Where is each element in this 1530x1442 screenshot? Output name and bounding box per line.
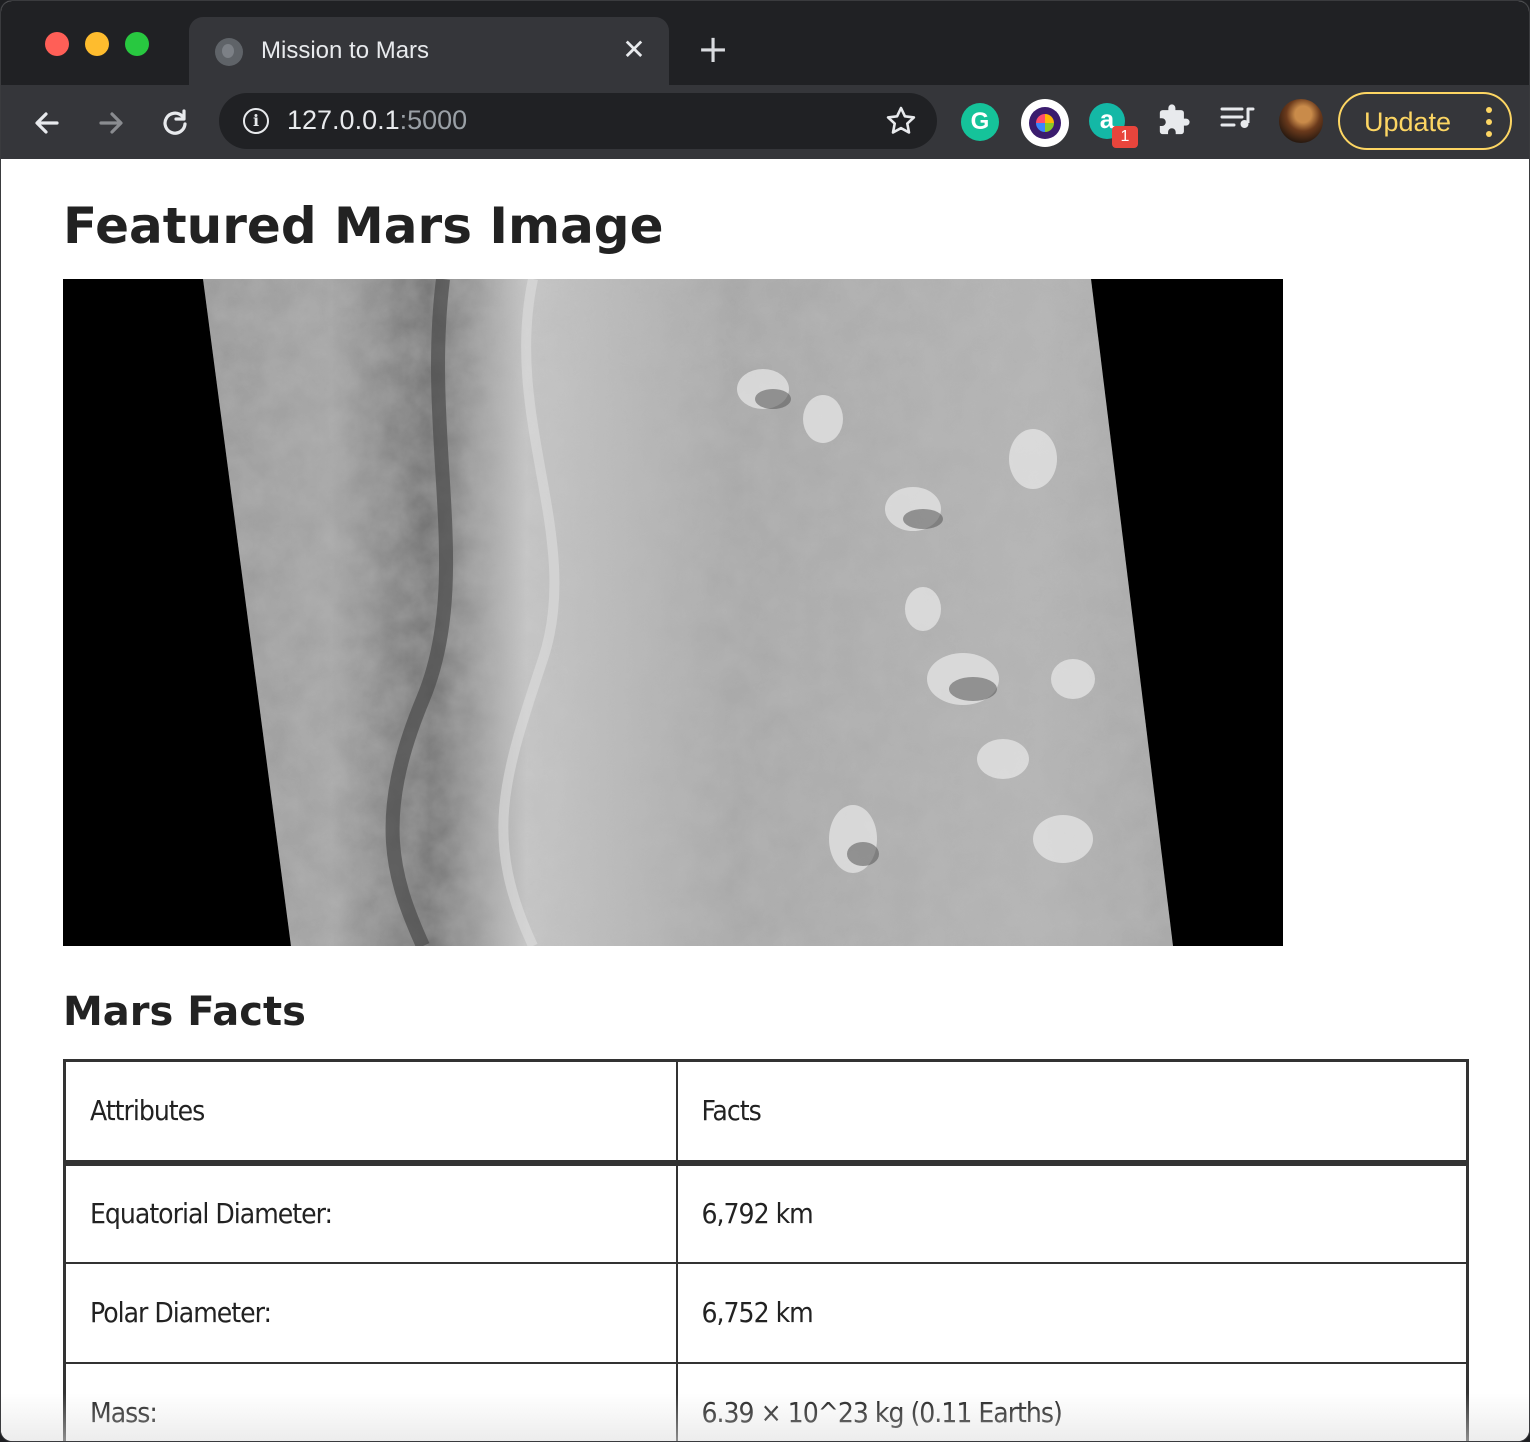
tab-strip: Mission to Mars ✕ + xyxy=(1,1,1529,85)
table-cell-attribute: Mass: xyxy=(63,1361,678,1441)
grammarly-icon[interactable]: G xyxy=(961,103,999,141)
browser-window: Mission to Mars ✕ + i 127.0.0.1:5000 G a… xyxy=(0,0,1530,1442)
table-cell-fact: 6.39 × 10^23 kg (0.11 Earths) xyxy=(675,1361,1469,1441)
table-cell-fact: 6,752 km xyxy=(675,1261,1469,1364)
back-arrow-icon[interactable] xyxy=(27,103,67,143)
table-header-row: Attributes Facts xyxy=(63,1059,1469,1166)
maximize-window-button[interactable] xyxy=(125,32,149,56)
url-text[interactable]: 127.0.0.1:5000 xyxy=(287,105,467,136)
table-row: Polar Diameter: 6,752 km xyxy=(63,1261,1469,1364)
table-row: Mass: 6.39 × 10^23 kg (0.11 Earths) xyxy=(63,1361,1469,1441)
page-content: Featured Mars Image Mars Facts Attribute… xyxy=(1,159,1529,1441)
reload-icon[interactable] xyxy=(155,103,195,143)
tab-mission-to-mars[interactable]: Mission to Mars ✕ xyxy=(189,17,669,85)
update-label: Update xyxy=(1364,107,1452,137)
new-tab-button[interactable]: + xyxy=(695,30,731,68)
mars-facts-table: Attributes Facts Equatorial Diameter: 6,… xyxy=(63,1059,1469,1441)
color-extension-icon[interactable] xyxy=(1021,99,1069,147)
update-button[interactable]: Update xyxy=(1338,92,1512,150)
table-cell-attribute: Equatorial Diameter: xyxy=(63,1161,678,1264)
column-header-attributes: Attributes xyxy=(63,1059,678,1166)
puzzle-icon[interactable] xyxy=(1155,103,1193,141)
featured-image-heading: Featured Mars Image xyxy=(63,197,664,255)
featured-mars-image xyxy=(63,279,1283,946)
globe-icon xyxy=(215,38,243,66)
address-bar[interactable]: i 127.0.0.1:5000 xyxy=(219,93,937,149)
column-header-facts: Facts xyxy=(675,1059,1469,1166)
browser-toolbar: i 127.0.0.1:5000 G a 1 Update xyxy=(1,85,1529,159)
table-cell-fact: 6,792 km xyxy=(675,1161,1469,1264)
extension-badge: 1 xyxy=(1112,126,1138,148)
close-tab-icon[interactable]: ✕ xyxy=(619,35,649,65)
tab-title: Mission to Mars xyxy=(261,37,430,64)
more-menu-icon[interactable] xyxy=(1482,102,1496,142)
media-queue-icon[interactable] xyxy=(1217,103,1257,141)
mars-facts-heading: Mars Facts xyxy=(63,989,306,1035)
minimize-window-button[interactable] xyxy=(85,32,109,56)
info-icon[interactable]: i xyxy=(243,108,269,134)
close-window-button[interactable] xyxy=(45,32,69,56)
table-row: Equatorial Diameter: 6,792 km xyxy=(63,1161,1469,1264)
bookmark-star-icon[interactable] xyxy=(885,103,917,146)
table-cell-attribute: Polar Diameter: xyxy=(63,1261,678,1364)
forward-arrow-icon[interactable] xyxy=(91,103,131,143)
avatar[interactable] xyxy=(1279,99,1323,143)
